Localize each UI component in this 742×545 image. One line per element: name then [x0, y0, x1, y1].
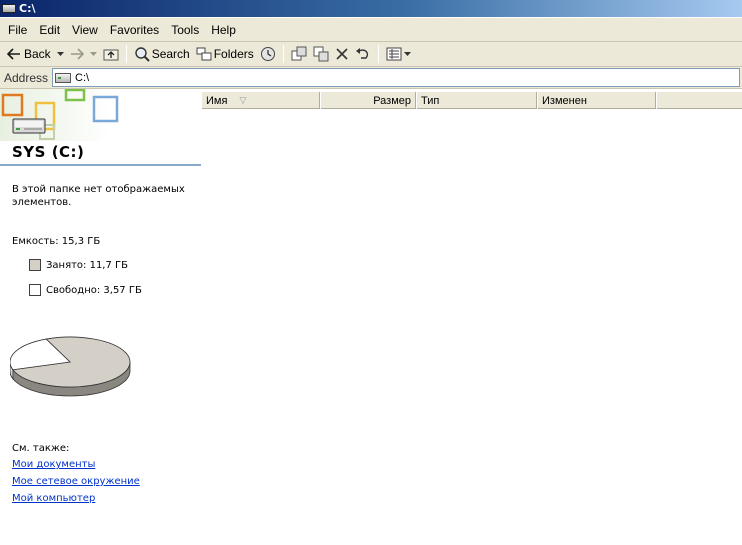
content-area: SYS (C:) В этой папке нет отображаемых э…: [0, 89, 742, 545]
forward-button[interactable]: [67, 43, 87, 65]
up-folder-icon: [103, 49, 119, 61]
column-size-label: Размер: [373, 94, 411, 107]
file-list[interactable]: Имя ▽ Размер Тип Изменен: [201, 92, 742, 545]
copy-to-icon: [313, 46, 329, 62]
column-name[interactable]: Имя ▽: [201, 92, 320, 109]
capacity-text: Емкость: 15,3 ГБ: [12, 236, 101, 247]
toolbar-separator: [377, 45, 379, 63]
address-value: C:\: [75, 71, 90, 84]
column-modified[interactable]: Изменен: [537, 92, 656, 109]
drive-title: SYS (C:): [12, 143, 85, 161]
drive-icon: [55, 72, 72, 83]
back-dropdown-button[interactable]: [54, 43, 67, 65]
move-to-icon: [291, 46, 307, 61]
up-folder-button[interactable]: [100, 43, 122, 65]
used-swatch: [29, 259, 41, 271]
menu-bar: File Edit View Favorites Tools Help: [0, 18, 742, 42]
menu-edit[interactable]: Edit: [33, 21, 66, 39]
drive-icon: [2, 4, 16, 13]
folders-label: Folders: [213, 47, 254, 61]
delete-button[interactable]: [332, 43, 352, 65]
menu-view[interactable]: View: [66, 21, 104, 39]
menu-tools[interactable]: Tools: [165, 21, 205, 39]
column-filler: [656, 92, 742, 109]
move-to-button[interactable]: [288, 43, 310, 65]
link-my-computer[interactable]: Мой компьютер: [12, 493, 95, 504]
column-type-label: Тип: [421, 94, 440, 107]
column-size[interactable]: Размер: [320, 92, 416, 109]
toolbar: Back Search Folders: [0, 42, 742, 67]
column-headers: Имя ▽ Размер Тип Изменен: [201, 92, 742, 109]
column-name-label: Имя: [206, 94, 228, 107]
see-also-label: См. также:: [12, 443, 70, 454]
undo-button[interactable]: [352, 43, 374, 65]
chevron-down-icon: [403, 51, 411, 56]
column-type[interactable]: Тип: [416, 92, 537, 109]
history-icon: [260, 47, 275, 61]
disk-usage-pie: [9, 335, 136, 401]
menu-help[interactable]: Help: [205, 21, 242, 39]
history-button[interactable]: [257, 43, 279, 65]
folders-button[interactable]: Folders: [193, 43, 257, 65]
header-divider: [0, 164, 201, 166]
free-text: Свободно: 3,57 ГБ: [46, 284, 142, 296]
empty-folder-message: В этой папке нет отображаемых элементов.: [12, 184, 185, 208]
link-network-places[interactable]: Мое сетевое окружение: [12, 476, 140, 487]
back-label: Back: [24, 47, 51, 61]
back-button[interactable]: Back: [4, 43, 54, 65]
search-icon: [134, 47, 150, 62]
task-pane-header: SYS (C:): [0, 89, 201, 166]
hard-drive-icon: [12, 118, 46, 134]
address-label: Address: [4, 70, 49, 85]
address-input[interactable]: C:\: [52, 68, 740, 87]
sort-arrow-icon: ▽: [239, 95, 247, 105]
menu-favorites[interactable]: Favorites: [104, 21, 165, 39]
search-button[interactable]: Search: [131, 43, 193, 65]
address-bar: Address C:\: [0, 67, 742, 89]
delete-icon: [336, 48, 348, 60]
free-swatch: [29, 284, 41, 296]
forward-dropdown-button[interactable]: [87, 43, 100, 65]
title-bar[interactable]: C:\: [0, 0, 742, 17]
undo-icon: [355, 48, 368, 59]
explorer-window: C:\ File Edit View Favorites Tools Help …: [0, 0, 742, 545]
forward-arrow-icon: [70, 48, 84, 60]
search-label: Search: [151, 47, 190, 61]
link-my-documents[interactable]: Мои документы: [12, 459, 95, 470]
views-button[interactable]: [383, 43, 414, 65]
used-text: Занято: 11,7 ГБ: [46, 259, 128, 271]
menu-file[interactable]: File: [2, 21, 33, 39]
back-arrow-icon: [7, 48, 20, 60]
views-icon: [386, 47, 402, 61]
column-modified-label: Изменен: [542, 94, 587, 107]
chevron-down-icon: [56, 51, 64, 56]
chevron-down-icon: [89, 51, 97, 56]
copy-to-button[interactable]: [310, 43, 332, 65]
folders-icon: [196, 47, 212, 61]
toolbar-separator: [282, 45, 284, 63]
legend-used: Занято: 11,7 ГБ: [29, 259, 128, 271]
window-title: C:\: [19, 2, 36, 15]
legend-free: Свободно: 3,57 ГБ: [29, 284, 142, 296]
task-pane: SYS (C:) В этой папке нет отображаемых э…: [0, 89, 201, 545]
toolbar-separator: [125, 45, 127, 63]
